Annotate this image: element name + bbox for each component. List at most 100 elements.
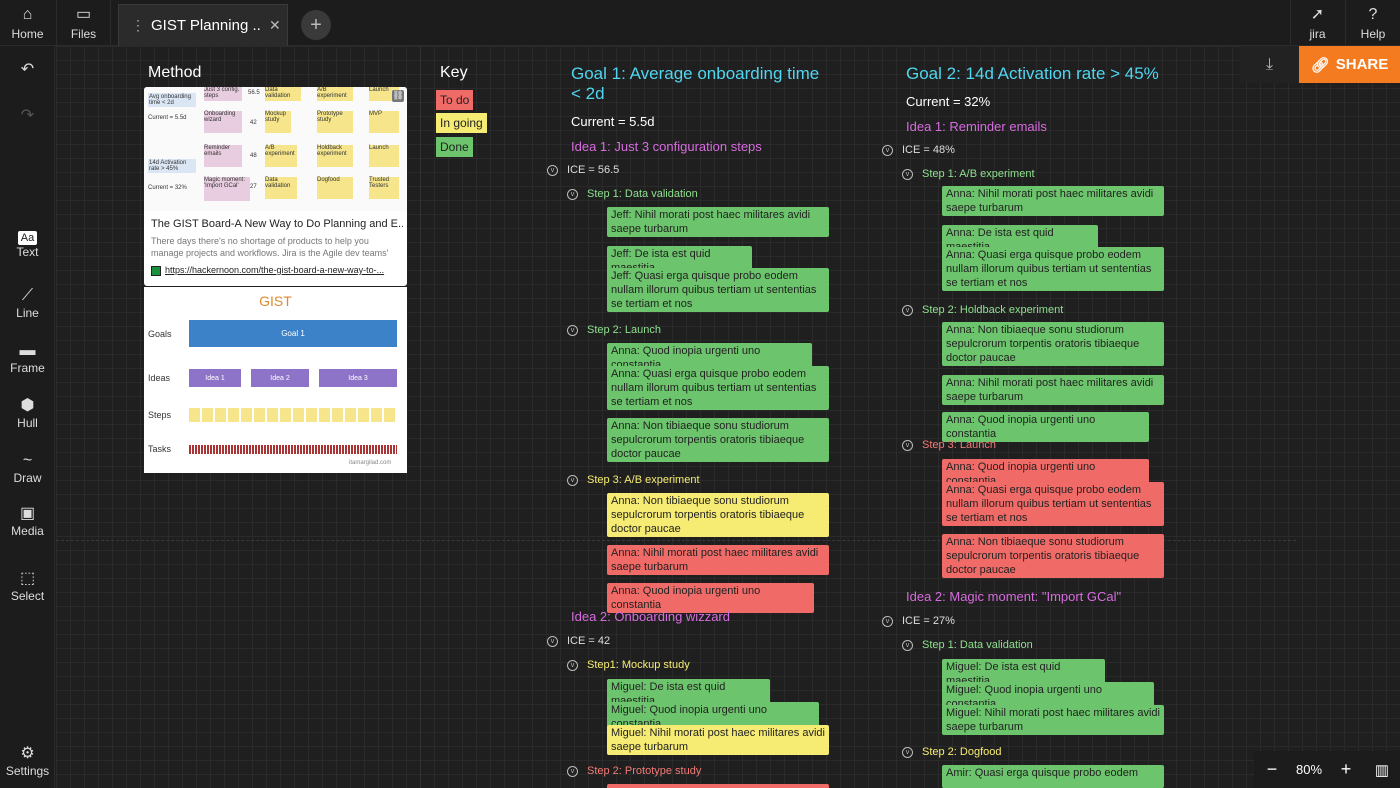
- task-card[interactable]: Anna: Quod inopia urgenti uno constantia: [942, 412, 1149, 442]
- board-canvas[interactable]: Method Avg onboarding time < 2d Current …: [56, 46, 1400, 788]
- jira-label: jira: [1309, 26, 1326, 41]
- thumb-card: Mockup study: [265, 111, 291, 133]
- goal1-idea1-title[interactable]: Idea 1: Just 3 configuration steps: [571, 139, 762, 154]
- chevron-down-icon[interactable]: v: [902, 746, 913, 758]
- files-label: Files: [70, 26, 97, 41]
- select-tool[interactable]: ⬚ Select: [0, 569, 55, 603]
- add-tab-button[interactable]: +: [301, 10, 331, 40]
- jira-icon: ➚: [1310, 5, 1325, 23]
- chevron-down-icon[interactable]: v: [567, 188, 578, 200]
- thumb-ice-2: 42: [250, 120, 257, 126]
- task-card[interactable]: Anna: Non tibiaeque sonu studiorum sepul…: [942, 534, 1164, 578]
- tab-title: GIST Planning ...: [151, 17, 261, 34]
- download-button[interactable]: ⤓: [1240, 46, 1299, 83]
- step-label: Step 1: Data validation: [587, 188, 698, 200]
- goal2-idea1-title[interactable]: Idea 1: Reminder emails: [906, 119, 1047, 134]
- chevron-down-icon[interactable]: v: [902, 168, 913, 180]
- goal1-idea2-step2[interactable]: v Step 2: Prototype study: [567, 765, 701, 777]
- help-button[interactable]: ? Help: [1345, 0, 1400, 46]
- task-card[interactable]: Anna: Non tibiaeque sonu studiorum sepul…: [942, 322, 1164, 366]
- tab-gist-planning[interactable]: ⋮ GIST Planning ... ✕: [118, 4, 288, 46]
- goal2-idea2-step2[interactable]: v Step 2: Dogfood: [902, 746, 1002, 758]
- home-button[interactable]: ⌂ Home: [0, 0, 55, 46]
- key-ingoing[interactable]: In going: [436, 113, 487, 133]
- goal1-idea1-ice[interactable]: v ICE = 56.5: [547, 164, 619, 176]
- goal2-idea2-title[interactable]: Idea 2: Magic moment: "Import GCal": [906, 589, 1121, 604]
- draw-tool[interactable]: ~ Draw: [0, 451, 55, 485]
- select-icon: ⬚: [19, 570, 36, 587]
- goal2-idea1-ice[interactable]: v ICE = 48%: [882, 144, 955, 156]
- chevron-down-icon[interactable]: v: [902, 439, 913, 451]
- goal2-idea1-step3[interactable]: v Step 3: Launch: [902, 439, 996, 451]
- zoom-out-button[interactable]: −: [1254, 759, 1290, 780]
- thumb-card: A/B experiment: [317, 87, 353, 101]
- chevron-down-icon[interactable]: v: [567, 765, 578, 777]
- goal1-idea2-ice[interactable]: v ICE = 42: [547, 635, 610, 647]
- goal1-idea1-step1[interactable]: v Step 1: Data validation: [567, 188, 698, 200]
- task-card[interactable]: Anna: Quasi erga quisque probo eodem nul…: [942, 247, 1164, 291]
- task-card[interactable]: Amir: Quasi erga quisque probo eodem: [942, 765, 1164, 788]
- link-url[interactable]: https://hackernoon.com/the-gist-board-a-…: [165, 265, 403, 275]
- map-icon[interactable]: ▥: [1364, 761, 1400, 779]
- goal2-title[interactable]: Goal 2: 14d Activation rate > 45%: [906, 64, 1206, 84]
- text-tool[interactable]: Aa Text: [0, 231, 55, 259]
- key-done[interactable]: Done: [436, 137, 473, 157]
- chevron-down-icon[interactable]: v: [547, 635, 558, 647]
- step-label: Step 3: Launch: [922, 439, 997, 451]
- task-card[interactable]: Jeff: Quasi erga quisque probo eodem nul…: [607, 268, 829, 312]
- task-card[interactable]: Miguel: Nihil morati post haec militares…: [942, 705, 1164, 735]
- goal1-title[interactable]: Goal 1: Average onboarding time < 2d: [571, 64, 831, 104]
- line-icon: ⟋: [21, 287, 34, 304]
- task-card[interactable]: Anna: Quasi erga quisque probo eodem nul…: [607, 366, 829, 410]
- goal2-idea2-ice[interactable]: v ICE = 27%: [882, 615, 955, 627]
- goal1-idea2-step1[interactable]: v Step1: Mockup study: [567, 659, 690, 671]
- goal1-idea2-title[interactable]: Idea 2: Onboarding wizzard: [571, 609, 730, 624]
- task-card[interactable]: Miguel: Nihil morati post haec militares…: [607, 725, 829, 755]
- zoom-in-button[interactable]: +: [1328, 759, 1364, 780]
- task-card[interactable]: Jeff: Nihil morati post haec militares a…: [607, 207, 829, 237]
- redo-icon: ↷: [20, 107, 35, 124]
- link-description: There days there's no shortage of produc…: [151, 236, 389, 258]
- tool-sidebar: ↶ ↷ Aa Text ⟋ Line ▬ Frame ⬢ Hull ~ Draw…: [0, 46, 55, 788]
- goal1-idea1-step3[interactable]: v Step 3: A/B experiment: [567, 474, 700, 486]
- goal2-idea2-step1[interactable]: v Step 1: Data validation: [902, 639, 1033, 651]
- settings-button[interactable]: ⚙ Settings: [0, 744, 55, 778]
- chevron-down-icon[interactable]: v: [567, 659, 578, 671]
- link-preview-card[interactable]: Avg onboarding time < 2d Current = 5.5d …: [144, 87, 407, 286]
- chevron-down-icon[interactable]: v: [567, 474, 578, 486]
- task-card[interactable]: Anna: Non tibiaeque sonu studiorum sepul…: [607, 493, 829, 537]
- files-button[interactable]: ▭ Files: [56, 0, 111, 46]
- redo-button[interactable]: ↷: [0, 106, 55, 126]
- chevron-down-icon[interactable]: v: [547, 164, 558, 176]
- chevron-down-icon[interactable]: v: [902, 304, 913, 316]
- close-tab-icon[interactable]: ✕: [269, 17, 281, 34]
- folder-icon: ▭: [75, 5, 92, 23]
- goal2-idea1-step1[interactable]: v Step 1: A/B experiment: [902, 168, 1035, 180]
- step-label: Step 3: A/B experiment: [587, 474, 700, 486]
- gist-diagram-image[interactable]: GIST Goals Goal 1 Ideas Idea 1 Idea 2 Id…: [144, 287, 407, 473]
- media-tool[interactable]: ▣ Media: [0, 504, 55, 538]
- hull-tool[interactable]: ⬢ Hull: [0, 396, 55, 430]
- goal1-idea1-step2[interactable]: v Step 2: Launch: [567, 324, 661, 336]
- undo-button[interactable]: ↶: [0, 60, 55, 80]
- chevron-down-icon[interactable]: v: [902, 639, 913, 651]
- chevron-down-icon[interactable]: v: [567, 324, 578, 336]
- frame-tool[interactable]: ▬ Frame: [0, 341, 55, 375]
- jira-button[interactable]: ➚ jira: [1290, 0, 1344, 46]
- chevron-down-icon[interactable]: v: [882, 615, 893, 627]
- line-tool[interactable]: ⟋ Line: [0, 286, 55, 320]
- task-card[interactable]: Anna: Nihil morati post haec militares a…: [607, 545, 829, 575]
- chevron-down-icon[interactable]: v: [882, 144, 893, 156]
- task-card[interactable]: Anna: Nihil morati post haec militares a…: [942, 375, 1164, 405]
- share-button[interactable]: 🔗︎ SHARE: [1299, 46, 1400, 83]
- task-card[interactable]: Anna: Nihil morati post haec militares a…: [942, 186, 1164, 216]
- tab-menu-icon[interactable]: ⋮: [131, 17, 145, 34]
- task-card[interactable]: Anna: Non tibiaeque sonu studiorum sepul…: [607, 418, 829, 462]
- goal2-idea1-step2[interactable]: v Step 2: Holdback experiment: [902, 304, 1063, 316]
- zoom-level[interactable]: 80%: [1290, 762, 1328, 777]
- task-card[interactable]: Anna: Quasi erga quisque probo eodem nul…: [942, 482, 1164, 526]
- thumb-card: Magic moment: 'Import GCal': [204, 177, 250, 201]
- link-favicon-icon: [151, 266, 161, 276]
- task-card-partial[interactable]: [607, 784, 829, 788]
- key-todo[interactable]: To do: [436, 90, 474, 110]
